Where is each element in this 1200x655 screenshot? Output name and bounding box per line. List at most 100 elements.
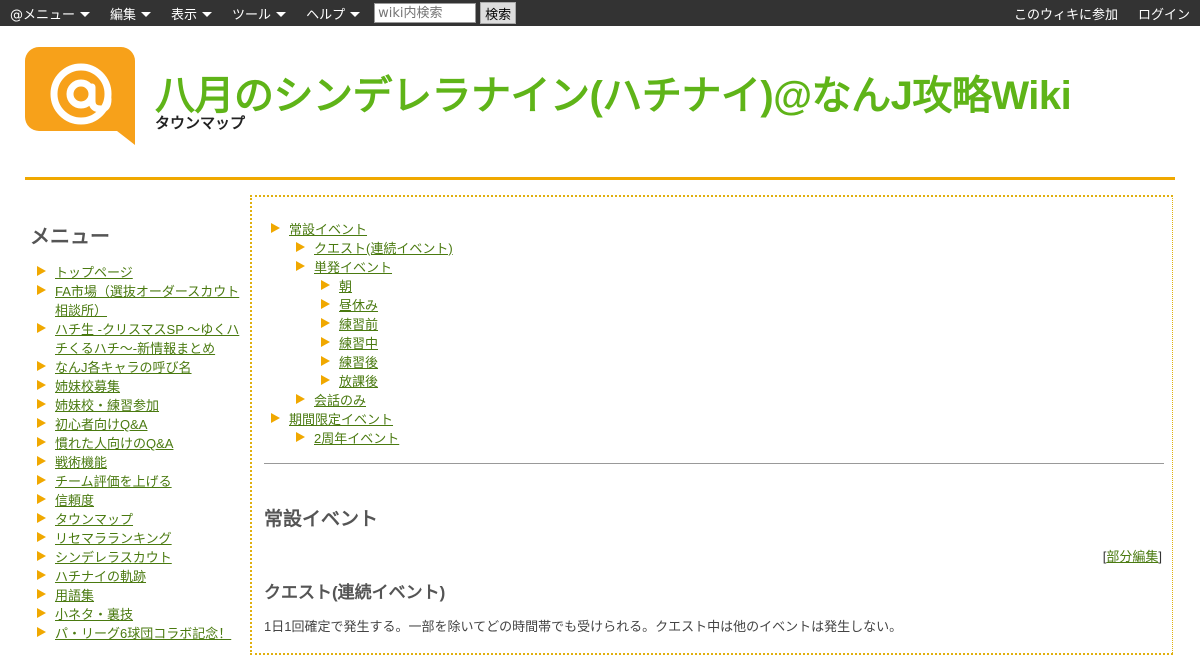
sidebar-link[interactable]: リセマラランキング	[55, 531, 172, 546]
bullet-triangle-icon	[37, 589, 46, 599]
toc-item: 期間限定イベント	[264, 410, 453, 429]
sidebar-link[interactable]: なんJ各キャラの呼び名	[55, 360, 192, 375]
sidebar-item: 初心者向けQ&A	[30, 415, 245, 434]
sidebar-link[interactable]: 戦術機能	[55, 455, 107, 470]
sidebar-link[interactable]: パ・リーグ6球団コラボ記念！	[55, 626, 231, 641]
bullet-triangle-icon	[321, 356, 330, 366]
menu-help[interactable]: ヘルプ	[296, 0, 370, 26]
toc-link[interactable]: 常設イベント	[289, 222, 367, 237]
sidebar-link[interactable]: チーム評価を上げる	[55, 474, 172, 489]
site-title[interactable]: 八月のシンデレラナイン(ハチナイ)@なんJ攻略Wiki	[155, 63, 1072, 121]
sidebar-link[interactable]: 信頼度	[55, 493, 94, 508]
bullet-triangle-icon	[37, 456, 46, 466]
sidebar-title: メニュー	[30, 226, 110, 248]
top-toolbar: @メニュー 編集 表示 ツール ヘルプ 検索 このウィキに参加 ログイン	[0, 0, 1200, 26]
sidebar-item: チーム評価を上げる	[30, 472, 245, 491]
bullet-triangle-icon	[37, 285, 46, 295]
sidebar-link[interactable]: 小ネタ・裏技	[55, 607, 133, 622]
bullet-triangle-icon	[37, 570, 46, 580]
header-divider	[25, 177, 1175, 180]
sidebar-link[interactable]: 姉妹校募集	[55, 379, 120, 394]
toc-item: 単発イベント	[264, 258, 453, 277]
toc-link[interactable]: 放課後	[339, 374, 378, 389]
login-link[interactable]: ログイン	[1128, 4, 1200, 23]
menu-label: ヘルプ	[306, 7, 346, 23]
bullet-triangle-icon	[37, 475, 46, 485]
bullet-triangle-icon	[37, 551, 46, 561]
toc-item: 練習中	[264, 334, 453, 353]
sidebar-link[interactable]: タウンマップ	[55, 512, 133, 527]
toc-item: クエスト(連続イベント)	[264, 239, 453, 258]
menu-atwiki[interactable]: @メニュー	[0, 0, 100, 26]
atwiki-logo-icon[interactable]	[25, 47, 135, 145]
caret-down-icon	[202, 11, 213, 17]
main-content: 常設イベントクエスト(連続イベント) 単発イベント朝昼休み練習前練習中練習後放課後…	[250, 195, 1173, 655]
menu-edit[interactable]: 編集	[100, 0, 161, 26]
toc-item: 放課後	[264, 372, 453, 391]
sidebar-item: 慣れた人向けのQ&A	[30, 434, 245, 453]
toc-item: 練習前	[264, 315, 453, 334]
caret-down-icon	[80, 11, 91, 17]
bullet-triangle-icon	[296, 394, 305, 404]
sidebar-link[interactable]: 用語集	[55, 588, 94, 603]
bullet-triangle-icon	[321, 375, 330, 385]
sidebar-link[interactable]: FA市場（選抜オーダースカウト相談所）	[55, 284, 239, 318]
menu-tools[interactable]: ツール	[222, 0, 296, 26]
sidebar-item: 姉妹校・練習参加	[30, 396, 245, 415]
bullet-triangle-icon	[321, 318, 330, 328]
sidebar-item: 用語集	[30, 586, 245, 605]
menu-label: 表示	[171, 7, 198, 23]
sidebar-item: なんJ各キャラの呼び名	[30, 358, 245, 377]
sidebar-link[interactable]: 初心者向けQ&A	[55, 417, 147, 432]
table-of-contents: 常設イベントクエスト(連続イベント) 単発イベント朝昼休み練習前練習中練習後放課後…	[264, 220, 453, 448]
search-input[interactable]	[374, 3, 477, 23]
toc-item: 2周年イベント	[264, 429, 453, 448]
bullet-triangle-icon	[296, 432, 305, 442]
toc-divider	[264, 463, 1164, 464]
sidebar-link[interactable]: 慣れた人向けのQ&A	[55, 436, 173, 451]
caret-down-icon	[276, 11, 287, 17]
sidebar-link[interactable]: 姉妹校・練習参加	[55, 398, 159, 413]
toc-item: 昼休み	[264, 296, 453, 315]
page-title: タウンマップ	[155, 115, 246, 132]
sidebar-item: 姉妹校募集	[30, 377, 245, 396]
sidebar-item: タウンマップ	[30, 510, 245, 529]
bullet-triangle-icon	[37, 266, 46, 276]
toc-link[interactable]: 会話のみ	[314, 393, 366, 408]
bullet-triangle-icon	[37, 361, 46, 371]
toc-link[interactable]: 昼休み	[339, 298, 378, 313]
bullet-triangle-icon	[37, 323, 46, 333]
section-description: 1日1回確定で発生する。一部を除いてどの時間帯でも受けられる。クエスト中は他のイ…	[264, 619, 903, 634]
toc-item: 朝	[264, 277, 453, 296]
join-wiki-link[interactable]: このウィキに参加	[1004, 4, 1128, 23]
toc-link[interactable]: 練習前	[339, 317, 378, 332]
bullet-triangle-icon	[296, 261, 305, 271]
toc-link[interactable]: 期間限定イベント	[289, 412, 393, 427]
menu-label: 編集	[110, 7, 137, 23]
toc-link[interactable]: 単発イベント	[314, 260, 392, 275]
toc-link[interactable]: 朝	[339, 279, 352, 294]
toc-link[interactable]: 練習中	[339, 336, 378, 351]
subsection-heading: クエスト(連続イベント)	[264, 583, 446, 602]
section-edit-link[interactable]: 部分編集	[1106, 549, 1158, 564]
toolbar-menus: @メニュー 編集 表示 ツール ヘルプ 検索	[0, 0, 517, 26]
bullet-triangle-icon	[37, 399, 46, 409]
caret-down-icon	[350, 11, 361, 17]
toc-link[interactable]: 2周年イベント	[314, 431, 399, 446]
menu-view[interactable]: 表示	[161, 0, 222, 26]
sidebar-link[interactable]: シンデレラスカウト	[55, 550, 172, 565]
toc-link[interactable]: 練習後	[339, 355, 378, 370]
search-button[interactable]: 検索	[480, 2, 517, 24]
section-edit: [部分編集]	[1102, 549, 1162, 564]
bullet-triangle-icon	[37, 418, 46, 428]
toc-link[interactable]: クエスト(連続イベント)	[314, 241, 453, 256]
sidebar-item: ハチ生 -クリスマスSP 〜ゆくハチくるハチ〜-新情報まとめ	[30, 320, 245, 358]
sidebar-item: FA市場（選抜オーダースカウト相談所）	[30, 282, 245, 320]
sidebar-link[interactable]: トップページ	[55, 265, 133, 280]
sidebar-link[interactable]: ハチナイの軌跡	[55, 569, 146, 584]
sidebar-link[interactable]: ハチ生 -クリスマスSP 〜ゆくハチくるハチ〜-新情報まとめ	[55, 322, 239, 356]
bullet-triangle-icon	[37, 532, 46, 542]
sidebar-list: トップページ FA市場（選抜オーダースカウト相談所） ハチ生 -クリスマスSP 〜ゆ…	[30, 263, 245, 643]
menu-label: ツール	[232, 7, 272, 23]
wiki-search: 検索	[374, 2, 517, 24]
